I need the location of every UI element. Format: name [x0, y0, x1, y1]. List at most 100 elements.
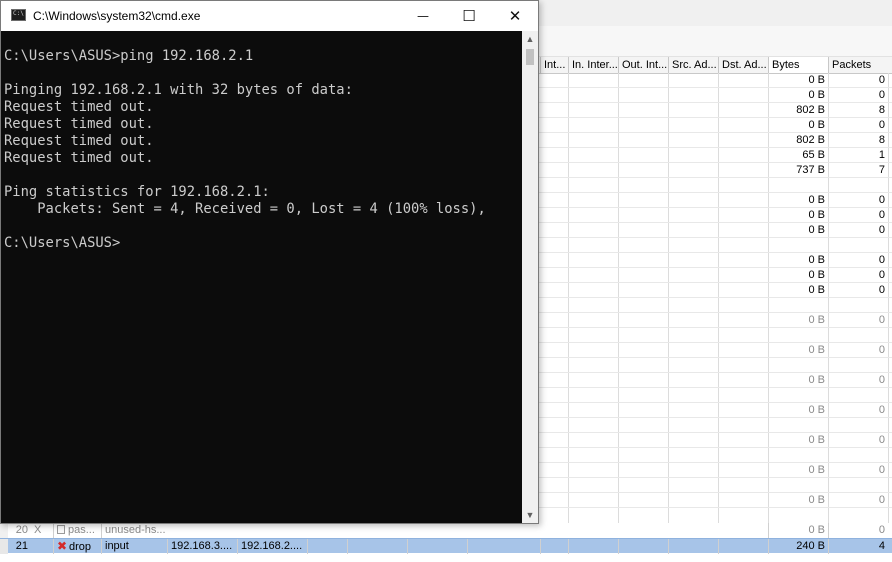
rule-packets: 4: [828, 539, 888, 554]
close-icon: ✕: [508, 7, 522, 25]
packets-cell: 0: [878, 344, 885, 356]
bytes-cell: 0 B: [808, 89, 825, 101]
column-header-src-address[interactable]: Src. Ad...: [668, 57, 718, 73]
packets-cell: 0: [878, 194, 885, 206]
console-text: C:\Users\ASUS>ping 192.168.2.1 Pinging 1…: [4, 48, 486, 251]
rule-empty-cell: [307, 539, 347, 554]
maximize-icon: ☐: [462, 7, 476, 25]
cmd-window[interactable]: C:\ C:\Windows\system32\cmd.exe — ☐ ✕ C:…: [0, 0, 539, 524]
packets-cell: 1: [878, 149, 885, 161]
minimize-icon: —: [417, 9, 429, 23]
rule-chain: unused-hs...: [101, 523, 167, 538]
rule-action: ✖ drop: [53, 539, 101, 554]
rule-empty-cell: [540, 539, 568, 554]
rule-flag: X: [34, 524, 42, 536]
rule-empty-cell: [618, 539, 668, 554]
rule-bytes: 240 B: [768, 539, 828, 554]
bytes-cell: 0 B: [808, 434, 825, 446]
bytes-cell: [768, 328, 828, 342]
rule-empty-cell: [668, 539, 718, 554]
maximize-button[interactable]: ☐: [446, 1, 492, 31]
console-output-area[interactable]: C:\Users\ASUS>ping 192.168.2.1 Pinging 1…: [1, 31, 522, 523]
table-row-rule-20[interactable]: 20 X pas... unused-hs... 0 B 0: [0, 523, 892, 538]
packets-cell: [828, 388, 888, 402]
packets-cell: 0: [878, 224, 885, 236]
bytes-cell: [768, 238, 828, 252]
bytes-cell: 0 B: [808, 374, 825, 386]
rule-empty-cell: [347, 539, 407, 554]
bytes-cell: 0 B: [808, 269, 825, 281]
drop-x-icon: ✖: [57, 539, 68, 553]
column-header-packets[interactable]: Packets: [828, 57, 888, 73]
table-row-rule-21[interactable]: 21 ✖ drop input 192.168.3.... 192.168.2..…: [0, 538, 892, 554]
packets-cell: 0: [878, 314, 885, 326]
packets-cell: 0: [878, 269, 885, 281]
bytes-cell: 0 B: [808, 404, 825, 416]
scrollbar-thumb[interactable]: [526, 49, 534, 65]
column-header-bytes[interactable]: Bytes: [768, 57, 828, 73]
packets-cell: [828, 178, 888, 192]
packets-cell: 0: [878, 434, 885, 446]
scroll-up-arrow-icon[interactable]: ▲: [522, 31, 538, 47]
packets-cell: 0: [878, 89, 885, 101]
bytes-cell: [768, 178, 828, 192]
packets-cell: 0: [878, 464, 885, 476]
packets-cell: 8: [878, 104, 885, 116]
minimize-button[interactable]: —: [400, 1, 446, 31]
column-header-in-interface[interactable]: In. Inter...: [568, 57, 618, 73]
packets-cell: [828, 478, 888, 492]
rule-number: 21: [15, 540, 28, 552]
packets-cell: 0: [878, 209, 885, 221]
close-button[interactable]: ✕: [492, 1, 538, 31]
packets-cell: 8: [878, 134, 885, 146]
rule-action-label: drop: [69, 541, 92, 553]
rule-bytes: 0 B: [768, 523, 828, 538]
packets-cell: 0: [878, 374, 885, 386]
bytes-cell: 0 B: [808, 224, 825, 236]
bytes-cell: [768, 448, 828, 462]
packets-cell: 0: [878, 119, 885, 131]
cmd-window-title: C:\Windows\system32\cmd.exe: [33, 9, 201, 23]
bytes-cell: 802 B: [796, 134, 825, 146]
bytes-cell: 0 B: [808, 194, 825, 206]
rule-src-address: 192.168.3....: [167, 539, 237, 554]
bytes-cell: 737 B: [796, 164, 825, 176]
rule-number: 20: [15, 524, 28, 536]
row-header: [0, 523, 8, 538]
scroll-down-arrow-icon[interactable]: ▼: [522, 507, 538, 523]
bytes-cell: [768, 298, 828, 312]
bytes-cell: [768, 418, 828, 432]
bytes-cell: 0 B: [808, 284, 825, 296]
rule-action: pas...: [53, 523, 101, 538]
cmd-title-bar[interactable]: C:\ C:\Windows\system32\cmd.exe — ☐ ✕: [1, 1, 538, 31]
console-vertical-scrollbar[interactable]: ▲ ▼: [522, 31, 538, 523]
rule-empty-cell: [407, 539, 467, 554]
bytes-cell: 0 B: [808, 254, 825, 266]
bytes-cell: 0 B: [808, 314, 825, 326]
packets-cell: 0: [878, 494, 885, 506]
column-header-out-interface[interactable]: Out. Int...: [618, 57, 668, 73]
bytes-cell: [768, 388, 828, 402]
bytes-cell: 0 B: [808, 494, 825, 506]
packets-cell: [828, 418, 888, 432]
column-header-interface[interactable]: Int...: [540, 57, 568, 73]
packets-cell: 0: [878, 254, 885, 266]
bytes-cell: 65 B: [802, 149, 825, 161]
rule-action-label: pas...: [68, 524, 95, 536]
rule-dst-address: 192.168.2....: [237, 539, 307, 554]
bytes-cell: 0 B: [808, 119, 825, 131]
bytes-cell: 0 B: [808, 464, 825, 476]
bytes-cell: 0 B: [808, 344, 825, 356]
rule-empty-cell: [467, 539, 540, 554]
rule-chain: input: [101, 539, 167, 554]
document-icon: [57, 525, 65, 534]
rule-packets: 0: [828, 523, 888, 538]
cmd-app-icon[interactable]: C:\: [11, 9, 26, 21]
row-header: [0, 539, 8, 554]
packets-cell: 0: [878, 74, 885, 86]
column-header-dst-address[interactable]: Dst. Ad...: [718, 57, 768, 73]
cmd-app-icon-label: C:\: [13, 10, 24, 17]
packets-cell: 7: [878, 164, 885, 176]
packets-cell: [828, 238, 888, 252]
bytes-cell: [768, 478, 828, 492]
